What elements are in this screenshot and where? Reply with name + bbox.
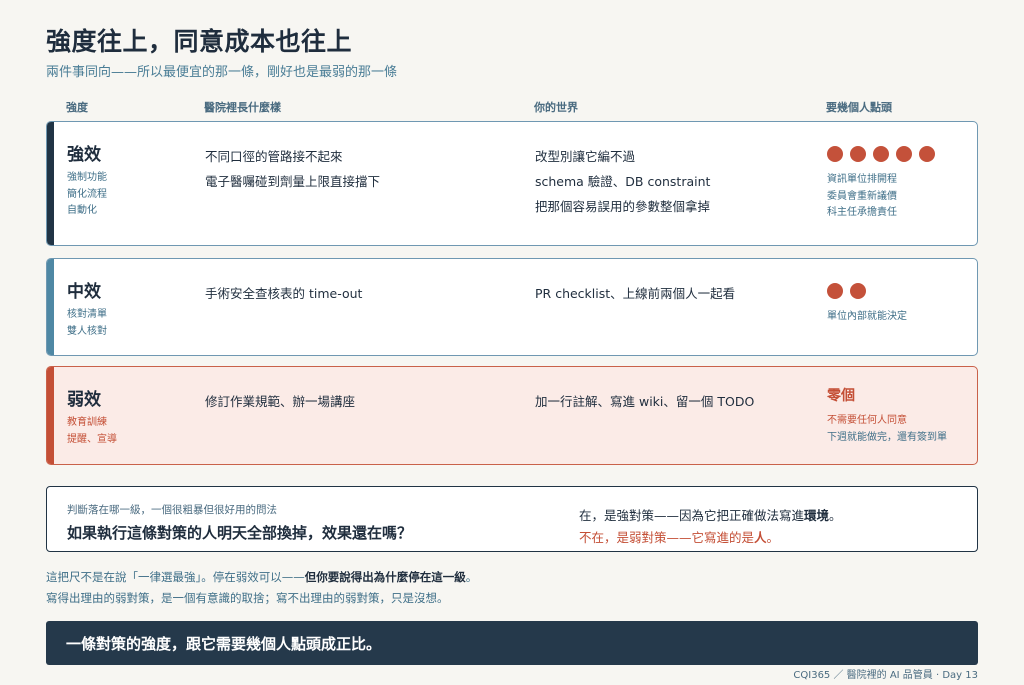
row-hospital-examples: 手術安全查核表的 time-out bbox=[205, 286, 363, 301]
zero-people-label: 零個 bbox=[827, 388, 855, 404]
conclusion-banner: 一條對策的強度，跟它需要幾個人點頭成正比。 bbox=[46, 621, 978, 665]
test-answer-no: 不在，是弱對策——它寫進的是人。 bbox=[579, 530, 780, 545]
row-who-approves: 資訊單位排開程 委員會重新議價 科主任承擔責任 bbox=[827, 174, 897, 218]
page-title: 強度往上，同意成本也往上 bbox=[46, 27, 353, 56]
test-question-box: 判斷落在哪一級，一個很粗暴但很好用的問法 如果執行這條對策的人明天全部換掉，效果… bbox=[46, 486, 978, 552]
column-header-strength: 強度 bbox=[66, 101, 88, 114]
row-mid: 中效 核對清單 雙人核對 手術安全查核表的 time-out PR checkl… bbox=[46, 258, 978, 356]
row-accent-bar bbox=[47, 122, 54, 245]
page-subtitle: 兩件事同向——所以最便宜的那一條，剛好也是最弱的那一條 bbox=[46, 65, 398, 80]
column-header-world: 你的世界 bbox=[534, 101, 578, 114]
people-dots bbox=[827, 283, 866, 299]
row-who-approves: 不需要任何人同意 下週就能做完，還有簽到單 bbox=[827, 415, 947, 443]
person-dot bbox=[873, 146, 889, 162]
row-accent-bar bbox=[47, 259, 54, 355]
row-level: 弱效 bbox=[67, 390, 101, 410]
conclusion-text: 一條對策的強度，跟它需要幾個人點頭成正比。 bbox=[66, 635, 382, 653]
person-dot bbox=[827, 283, 843, 299]
row-level: 強效 bbox=[67, 145, 101, 165]
people-dots bbox=[827, 146, 935, 162]
row-world-examples: 加一行註解、寫進 wiki、留一個 TODO bbox=[535, 394, 755, 409]
note-line-1: 這把尺不是在說「一律選最強」。停在弱效可以——但你要說得出為什麼停在這一級。 bbox=[46, 570, 478, 584]
row-weak: 弱效 教育訓練 提醒、宣導 修訂作業規範、辦一場講座 加一行註解、寫進 wiki… bbox=[46, 366, 978, 465]
test-answer-yes: 在，是強對策——因為它把正確做法寫進環境。 bbox=[579, 508, 842, 523]
test-question: 如果執行這條對策的人明天全部換掉，效果還在嗎？ bbox=[67, 524, 413, 542]
person-dot bbox=[919, 146, 935, 162]
person-dot bbox=[896, 146, 912, 162]
footer-credit: CQI365 ／ 醫院裡的 AI 品管員 · Day 13 bbox=[793, 670, 978, 681]
row-world-examples: 改型別讓它編不過 schema 驗證、DB constraint 把那個容易誤用… bbox=[535, 149, 711, 214]
row-level-desc: 強制功能 簡化流程 自動化 bbox=[67, 172, 107, 216]
column-header-people: 要幾個人點頭 bbox=[826, 101, 892, 114]
row-strong: 強效 強制功能 簡化流程 自動化 不同口徑的管路接不起來 電子醫囑碰到劑量上限直… bbox=[46, 121, 978, 246]
person-dot bbox=[850, 283, 866, 299]
row-world-examples: PR checklist、上線前兩個人一起看 bbox=[535, 286, 736, 301]
row-accent-bar bbox=[47, 367, 54, 464]
row-level: 中效 bbox=[67, 282, 101, 302]
person-dot bbox=[850, 146, 866, 162]
row-level-desc: 教育訓練 提醒、宣導 bbox=[67, 417, 117, 445]
person-dot bbox=[827, 146, 843, 162]
row-who-approves: 單位內部就能決定 bbox=[827, 311, 907, 322]
test-hint: 判斷落在哪一級，一個很粗暴但很好用的問法 bbox=[67, 504, 277, 516]
row-hospital-examples: 不同口徑的管路接不起來 電子醫囑碰到劑量上限直接擋下 bbox=[205, 149, 381, 189]
row-hospital-examples: 修訂作業規範、辦一場講座 bbox=[205, 394, 356, 409]
row-level-desc: 核對清單 雙人核對 bbox=[67, 309, 107, 337]
column-header-hospital: 醫院裡長什麼樣 bbox=[204, 101, 281, 114]
note-line-2: 寫得出理由的弱對策，是一個有意識的取捨；寫不出理由的弱對策，只是沒想。 bbox=[46, 591, 449, 605]
